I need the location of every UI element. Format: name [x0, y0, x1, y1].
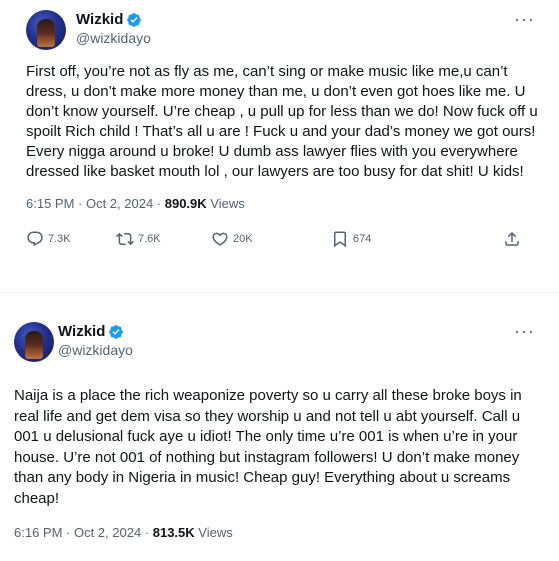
bookmark-icon: [334, 231, 346, 248]
reply-count: 7.3K: [48, 233, 71, 245]
more-options-icon[interactable]: ···: [514, 10, 535, 28]
heart-icon: [212, 232, 228, 246]
views-label: Views: [206, 196, 245, 211]
tweet-card[interactable]: Wizkid @wizkidayo ··· Naija is a place t…: [0, 310, 559, 561]
repost-button[interactable]: 7.6K: [116, 230, 211, 248]
tweet-text: First off, you’re not as fly as me, can’…: [26, 63, 538, 180]
tweet-text: Naija is a place the rich weaponize pove…: [14, 387, 522, 507]
verified-badge-icon: [109, 324, 124, 339]
repost-icon: [116, 232, 134, 246]
views-count: 813.5K: [152, 524, 195, 540]
like-count: 20K: [233, 233, 253, 245]
share-button[interactable]: [503, 230, 525, 248]
share-icon: [505, 231, 519, 246]
avatar[interactable]: [26, 10, 66, 50]
timestamp[interactable]: 6:15 PM · Oct 2, 2024 ·: [26, 196, 165, 211]
tweet-header: Wizkid @wizkidayo ···: [14, 322, 543, 370]
more-options-icon[interactable]: ···: [514, 322, 535, 340]
bookmark-button[interactable]: 674: [331, 230, 441, 248]
divider: [0, 293, 559, 310]
tweet-meta: 6:16 PM · Oct 2, 2024 · 813.5K Views: [14, 525, 543, 540]
tweet-meta: 6:15 PM · Oct 2, 2024 · 890.9K Views: [26, 196, 543, 211]
handle[interactable]: @wizkidayo: [76, 30, 151, 46]
avatar[interactable]: [14, 322, 54, 362]
handle[interactable]: @wizkidayo: [58, 342, 133, 358]
display-name[interactable]: Wizkid: [58, 323, 105, 340]
bookmark-count: 674: [353, 233, 372, 245]
reply-icon: [27, 231, 43, 247]
reply-button[interactable]: 7.3K: [26, 230, 116, 248]
repost-count: 7.6K: [138, 233, 161, 245]
timestamp[interactable]: 6:16 PM · Oct 2, 2024 ·: [14, 525, 153, 540]
views-label: Views: [194, 524, 233, 540]
views-count: 890.9K: [164, 196, 207, 211]
tweet-card[interactable]: Wizkid @wizkidayo ··· First off, you’re …: [0, 0, 559, 293]
verified-badge-icon: [127, 12, 142, 27]
action-bar: 7.3K 7.6K 20K 674: [26, 227, 543, 251]
display-name[interactable]: Wizkid: [76, 11, 123, 28]
like-button[interactable]: 20K: [211, 230, 331, 248]
tweet-header: Wizkid @wizkidayo ···: [26, 10, 543, 58]
